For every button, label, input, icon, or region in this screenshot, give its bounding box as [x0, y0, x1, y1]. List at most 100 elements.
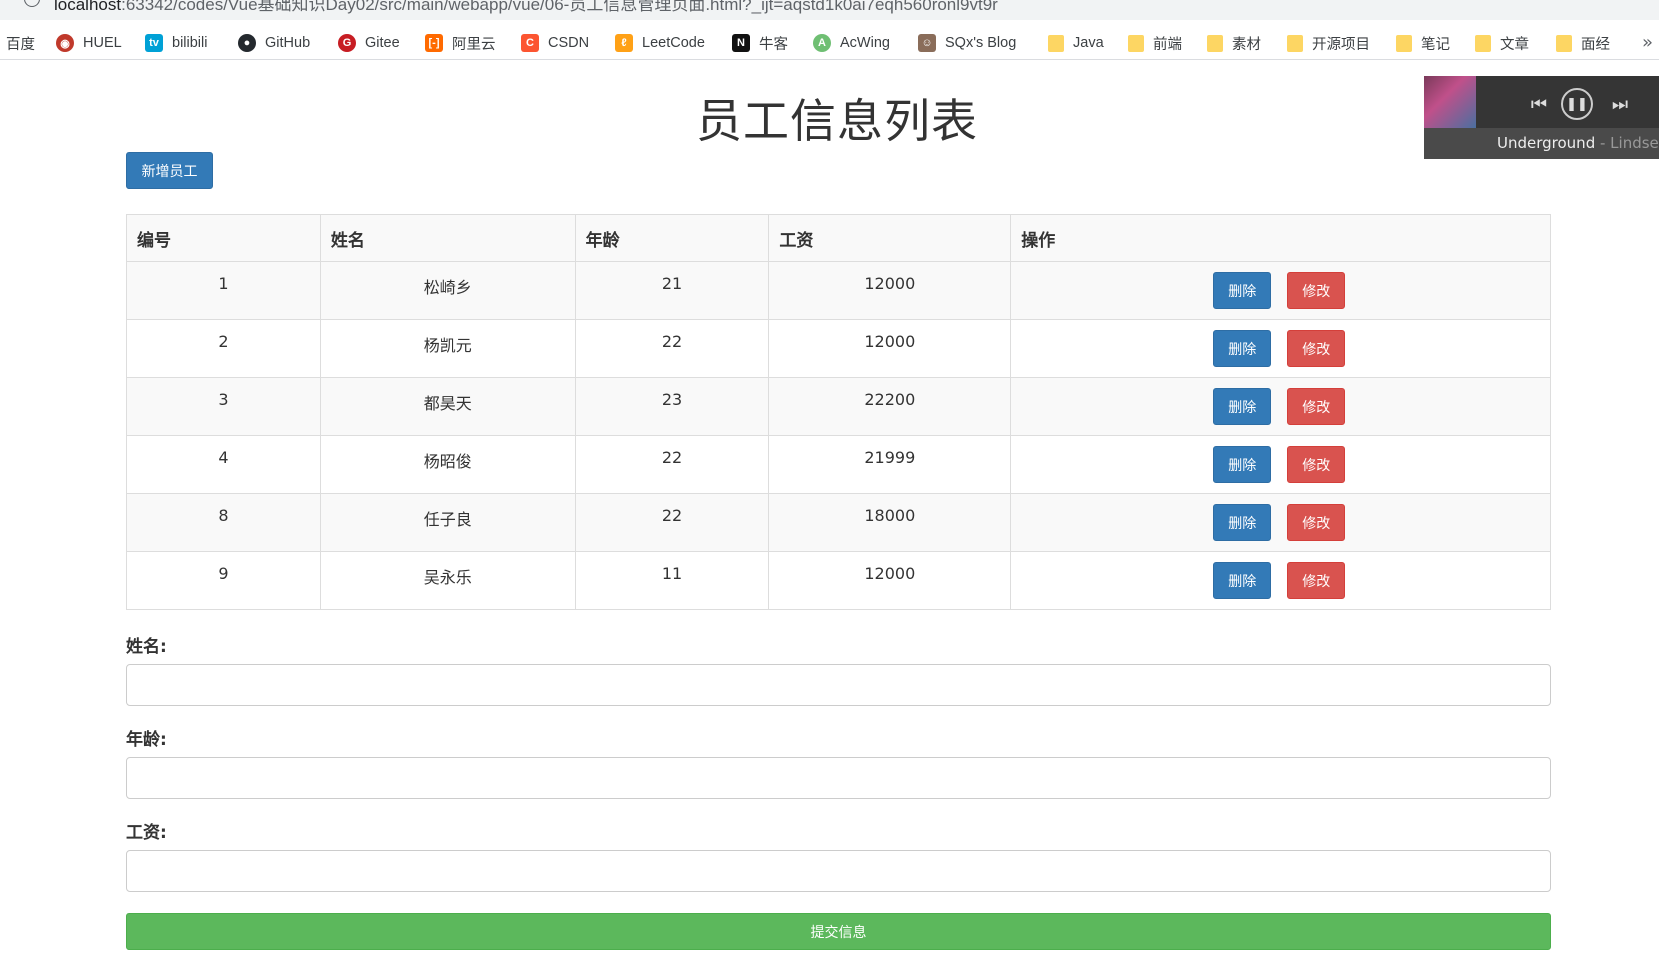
bookmark-13[interactable]: 素材	[1207, 33, 1261, 53]
cell-actions: 删除 修改	[1010, 551, 1551, 610]
edit-button[interactable]: 修改	[1287, 446, 1346, 483]
cell-actions: 删除 修改	[1010, 377, 1551, 436]
bookmarks-more-icon[interactable]: »	[1642, 32, 1653, 53]
bookmark-4[interactable]: G Gitee	[338, 33, 400, 53]
salary-input[interactable]	[126, 850, 1551, 892]
cell-age: 22	[574, 435, 770, 494]
github-icon: ●	[238, 34, 256, 52]
bookmark-10[interactable]: ☺ SQx's Blog	[918, 33, 1016, 53]
bookmark-label: 牛客	[759, 36, 788, 53]
bookmark-label: GitHub	[265, 35, 311, 51]
table-row: 4 杨昭俊 22 21999 删除 修改	[126, 435, 1551, 494]
bookmark-label: LeetCode	[642, 35, 705, 51]
delete-button[interactable]: 删除	[1213, 330, 1272, 367]
url-host: localhost	[54, 0, 122, 14]
cell-id: 4	[126, 435, 321, 494]
nowcoder-icon: N	[732, 34, 750, 52]
bookmark-17[interactable]: 面经	[1556, 33, 1610, 53]
url-text[interactable]: localhost:63342/codes/Vue基础知识Day02/src/m…	[54, 0, 998, 15]
address-bar[interactable]: localhost:63342/codes/Vue基础知识Day02/src/m…	[0, 0, 1659, 20]
table-row: 8 任子良 22 18000 删除 修改	[126, 493, 1551, 552]
delete-button[interactable]: 删除	[1213, 562, 1272, 599]
submit-button[interactable]: 提交信息	[126, 913, 1551, 950]
cell-age: 21	[574, 261, 770, 320]
bookmark-7[interactable]: ℓ LeetCode	[615, 33, 705, 53]
edit-button[interactable]: 修改	[1287, 388, 1346, 425]
bookmark-11[interactable]: Java	[1048, 33, 1104, 53]
bookmark-3[interactable]: ● GitHub	[238, 33, 310, 53]
bookmark-14[interactable]: 开源项目	[1287, 33, 1370, 53]
cell-salary: 18000	[768, 493, 1012, 552]
bookmark-2[interactable]: tv bilibili	[145, 33, 207, 53]
header-id: 编号	[126, 214, 321, 262]
bookmark-label: 文章	[1500, 36, 1529, 53]
cell-actions: 删除 修改	[1010, 435, 1551, 494]
info-icon[interactable]	[24, 0, 40, 7]
bookmark-0[interactable]: 百度	[6, 33, 35, 53]
bookmark-label: HUEL	[83, 35, 122, 51]
bookmark-6[interactable]: C CSDN	[521, 33, 589, 53]
table-row: 1 松崎乡 21 12000 删除 修改	[126, 261, 1551, 320]
cell-actions: 删除 修改	[1010, 319, 1551, 378]
bookmark-label: 面经	[1581, 36, 1610, 53]
gitee-icon: G	[338, 34, 356, 52]
header-actions: 操作	[1010, 214, 1551, 262]
header-salary: 工资	[768, 214, 1012, 262]
cell-salary: 12000	[768, 261, 1012, 320]
cell-salary: 12000	[768, 551, 1012, 610]
bookmark-label: 前端	[1153, 36, 1182, 53]
header-age: 年龄	[574, 214, 770, 262]
edit-button[interactable]: 修改	[1287, 272, 1346, 309]
cell-name: 都昊天	[319, 377, 576, 436]
bookmark-15[interactable]: 笔记	[1396, 33, 1450, 53]
bookmark-1[interactable]: ◉ HUEL	[56, 33, 122, 53]
cell-actions: 删除 修改	[1010, 493, 1551, 552]
employee-table: 编号 姓名 年龄 工资 操作 1 松崎乡 21 12000 删除 修改 2 杨凯元 22 1200…	[126, 214, 1551, 610]
cell-salary: 22200	[768, 377, 1012, 436]
bookmark-label: Gitee	[365, 35, 400, 51]
delete-button[interactable]: 删除	[1213, 272, 1272, 309]
cell-name: 杨昭俊	[319, 435, 576, 494]
bilibili-icon: tv	[145, 34, 163, 52]
bookmark-16[interactable]: 文章	[1475, 33, 1529, 53]
bookmark-9[interactable]: A AcWing	[813, 33, 890, 53]
cell-age: 23	[574, 377, 770, 436]
url-path: :63342/codes/Vue基础知识Day02/src/main/webap…	[121, 0, 998, 14]
huel-icon: ◉	[56, 34, 74, 52]
leetcode-icon: ℓ	[615, 34, 633, 52]
csdn-icon: C	[521, 34, 539, 52]
edit-button[interactable]: 修改	[1287, 562, 1346, 599]
age-input[interactable]	[126, 757, 1551, 799]
name-input[interactable]	[126, 664, 1551, 706]
bookmark-8[interactable]: N 牛客	[732, 33, 788, 53]
cell-name: 吴永乐	[319, 551, 576, 610]
edit-button[interactable]: 修改	[1287, 330, 1346, 367]
cell-id: 1	[126, 261, 321, 320]
bookmark-label: 素材	[1232, 36, 1261, 53]
delete-button[interactable]: 删除	[1213, 388, 1272, 425]
folder-icon	[1048, 34, 1064, 52]
folder-icon	[1556, 34, 1572, 52]
add-employee-button[interactable]: 新增员工	[126, 152, 213, 189]
page-title: 员工信息列表	[696, 94, 978, 148]
table-row: 2 杨凯元 22 12000 删除 修改	[126, 319, 1551, 378]
cell-id: 3	[126, 377, 321, 436]
table-header-row: 编号 姓名 年龄 工资 操作	[126, 214, 1551, 262]
delete-button[interactable]: 删除	[1213, 446, 1272, 483]
name-label: 姓名:	[126, 637, 167, 657]
header-name: 姓名	[319, 214, 576, 262]
employee-form: 姓名: 年龄: 工资:	[126, 632, 1551, 911]
bookmarks-bar: 百度 ◉ HUEL tv bilibili ● GitHub G Gitee [-] 阿里云 C CSD…	[0, 26, 1659, 60]
cell-age: 22	[574, 319, 770, 378]
bookmark-label: Java	[1073, 35, 1104, 51]
folder-icon	[1287, 34, 1303, 52]
bookmark-label: bilibili	[172, 35, 208, 51]
salary-label: 工资:	[126, 823, 167, 843]
bookmark-label: 百度	[6, 36, 35, 53]
edit-button[interactable]: 修改	[1287, 504, 1346, 541]
bookmark-12[interactable]: 前端	[1128, 33, 1182, 53]
bookmark-5[interactable]: [-] 阿里云	[425, 33, 496, 53]
delete-button[interactable]: 删除	[1213, 504, 1272, 541]
cell-id: 9	[126, 551, 321, 610]
age-label: 年龄:	[126, 730, 167, 750]
